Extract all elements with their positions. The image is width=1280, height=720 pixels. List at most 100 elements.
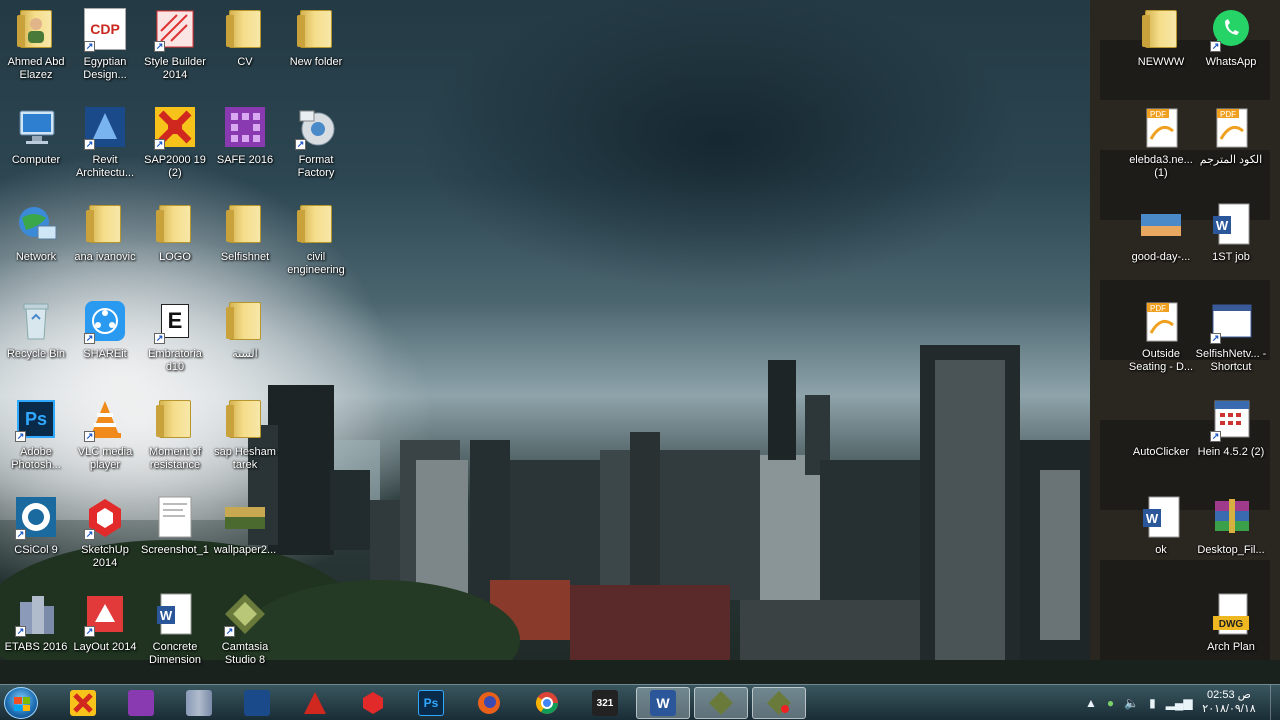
- desktop-icon-style-builder[interactable]: ↗ Style Builder 2014: [139, 6, 211, 82]
- taskbar-firefox[interactable]: [462, 687, 516, 719]
- desktop-icon-civil-engineering[interactable]: civil engineering: [280, 201, 352, 277]
- clock[interactable]: 02:53 ص ٢٠١٨/٠٩/١٨: [1196, 688, 1262, 716]
- format-factory-icon: ↗: [293, 104, 339, 150]
- app-window-icon: ↗: [1208, 298, 1254, 344]
- battery-icon[interactable]: ▮: [1149, 696, 1156, 710]
- pdf-icon: PDF: [1138, 104, 1184, 150]
- desktop-icon-format-factory[interactable]: ↗ Format Factory: [280, 104, 352, 180]
- desktop-icon-ana-ivanovic[interactable]: ana ivanovic: [69, 201, 141, 264]
- desktop-icon-sap-hesham-tarek[interactable]: sap Hesham tarek: [209, 396, 281, 472]
- desktop-icon-cv[interactable]: CV: [209, 6, 281, 69]
- desktop-icon-wallpaper[interactable]: wallpaper2...: [209, 494, 281, 557]
- desktop-icon-good-day[interactable]: good-day-...: [1125, 201, 1197, 264]
- taskbar-autocad[interactable]: [288, 687, 342, 719]
- desktop-icon-screenshot[interactable]: Screenshot_1: [139, 494, 211, 557]
- taskbar-media-player-321[interactable]: 321: [578, 687, 632, 719]
- whatsapp-icon: ↗: [1208, 6, 1254, 52]
- taskbar-word[interactable]: W: [636, 687, 690, 719]
- autoclicker-icon: [1138, 396, 1184, 442]
- desktop-icon-outside-seating[interactable]: PDF Outside Seating - D...: [1125, 298, 1197, 374]
- desktop-icon-moment-of-resistance[interactable]: Moment of resistance: [139, 396, 211, 472]
- desktop-icon-whatsapp[interactable]: ↗ WhatsApp: [1195, 6, 1267, 69]
- desktop-icon-translated-code[interactable]: PDF الكود المترجم: [1195, 104, 1267, 167]
- image-file-icon: [222, 494, 268, 540]
- desktop-icon-revit[interactable]: ↗ Revit Architectu...: [69, 104, 141, 180]
- desktop-icon-elebda3[interactable]: PDF elebda3.ne... (1): [1125, 104, 1197, 180]
- volume-icon[interactable]: 🔈: [1124, 696, 1139, 710]
- desktop-icon-sketchup[interactable]: ↗ SketchUp 2014: [69, 494, 141, 570]
- folder-icon: [222, 201, 268, 247]
- taskbar-revit[interactable]: [230, 687, 284, 719]
- word-icon: W: [650, 690, 676, 716]
- desktop-icon-logo[interactable]: LOGO: [139, 201, 211, 264]
- taskbar-photoshop[interactable]: Ps: [404, 687, 458, 719]
- desktop-icon-newww[interactable]: NEWWW: [1125, 6, 1197, 69]
- network-tray-icon[interactable]: ●: [1107, 696, 1114, 710]
- shareit-icon: ↗: [82, 298, 128, 344]
- taskbar-safe[interactable]: [114, 687, 168, 719]
- clock-date: ٢٠١٨/٠٩/١٨: [1202, 703, 1256, 715]
- vlc-icon: ↗: [82, 396, 128, 442]
- firefox-icon: [476, 690, 502, 716]
- desktop-icon-csicol[interactable]: ↗ CSiCol 9: [0, 494, 72, 557]
- taskbar-sap2000[interactable]: [56, 687, 110, 719]
- recycle-bin-icon: [13, 298, 59, 344]
- desktop-icon-concrete-dimension[interactable]: W Concrete Dimension: [139, 591, 211, 667]
- etabs-icon: ↗: [13, 591, 59, 637]
- desktop-icon-computer[interactable]: Computer: [0, 104, 72, 167]
- taskbar-camtasia-recorder[interactable]: [752, 687, 806, 719]
- desktop-icon-vlc[interactable]: ↗ VLC media player: [69, 396, 141, 472]
- camtasia-icon: [708, 690, 734, 716]
- desktop-icon-selfishnet-shortcut[interactable]: ↗ SelfishNetv... - Shortcut: [1195, 298, 1267, 374]
- desktop-icon-layout[interactable]: ↗ LayOut 2014: [69, 591, 141, 654]
- svg-text:PDF: PDF: [1150, 110, 1166, 119]
- folder-icon: [82, 201, 128, 247]
- desktop-icon-adobe-photoshop[interactable]: Ps ↗ Adobe Photosh...: [0, 396, 72, 472]
- desktop-icon-ahmed-abd-elazez[interactable]: Ahmed Abd Elazez: [0, 6, 72, 82]
- media-player-321-icon: 321: [592, 690, 618, 716]
- folder-icon: [293, 201, 339, 247]
- taskbar-chrome[interactable]: [520, 687, 574, 719]
- image-file-icon: [152, 494, 198, 540]
- desktop-icon-new-folder[interactable]: New folder: [280, 6, 352, 69]
- start-button[interactable]: [4, 687, 38, 719]
- camtasia-recorder-icon: [766, 690, 792, 716]
- desktop-icon-etabs[interactable]: ↗ ETABS 2016: [0, 591, 72, 654]
- desktop-icon-camtasia[interactable]: ↗ Camtasia Studio 8: [209, 591, 281, 667]
- desktop-icon-embratoria[interactable]: E ↗ Embratoria d10: [139, 298, 211, 374]
- style-builder-icon: ↗: [152, 6, 198, 52]
- desktop-icon-network[interactable]: Network: [0, 201, 72, 264]
- folder-icon: [222, 396, 268, 442]
- safe-icon: [128, 690, 154, 716]
- calendar-app-icon: ↗: [1208, 396, 1254, 442]
- signal-icon[interactable]: ▂▄▆: [1166, 696, 1193, 710]
- user-folder-icon: [13, 6, 59, 52]
- svg-text:W: W: [160, 608, 173, 623]
- taskbar-etabs[interactable]: [172, 687, 226, 719]
- svg-text:PDF: PDF: [1150, 304, 1166, 313]
- desktop-icon-1st-job[interactable]: W 1ST job: [1195, 201, 1267, 264]
- clock-time: 02:53 ص: [1207, 689, 1251, 701]
- desktop-icon-arabic-folder[interactable]: الستة: [209, 298, 281, 361]
- safe-icon: [222, 104, 268, 150]
- taskbar-sketchup[interactable]: [346, 687, 400, 719]
- desktop-icon-ok[interactable]: W ok: [1125, 494, 1197, 557]
- show-hidden-icons-icon[interactable]: ▲: [1085, 696, 1097, 710]
- desktop-icon-autoclicker[interactable]: AutoClicker: [1125, 396, 1197, 459]
- desktop-icon-desktop-files[interactable]: Desktop_Fil...: [1195, 494, 1267, 557]
- desktop-icon-selfishnet[interactable]: Selfishnet: [209, 201, 281, 264]
- desktop-icon-safe[interactable]: SAFE 2016: [209, 104, 281, 167]
- desktop-icon-shareit[interactable]: ↗ SHAREit: [69, 298, 141, 361]
- svg-text:DWG: DWG: [1219, 619, 1244, 630]
- image-file-icon: [1138, 201, 1184, 247]
- desktop-icon-egyptian-design[interactable]: CDP ↗ Egyptian Design...: [69, 6, 141, 82]
- desktop-icon-recycle-bin[interactable]: Recycle Bin: [0, 298, 72, 361]
- desktop-icon-hein[interactable]: ↗ Hein 4.5.2 (2): [1195, 396, 1267, 459]
- desktop-icon-arch-plan[interactable]: DWG Arch Plan: [1195, 591, 1267, 654]
- desktop-icon-sap2000[interactable]: ↗ SAP2000 19 (2): [139, 104, 211, 180]
- show-desktop-button[interactable]: [1270, 685, 1280, 720]
- csicol-icon: ↗: [13, 494, 59, 540]
- taskbar-camtasia[interactable]: [694, 687, 748, 719]
- photoshop-icon: Ps ↗: [13, 396, 59, 442]
- etabs-icon: [186, 690, 212, 716]
